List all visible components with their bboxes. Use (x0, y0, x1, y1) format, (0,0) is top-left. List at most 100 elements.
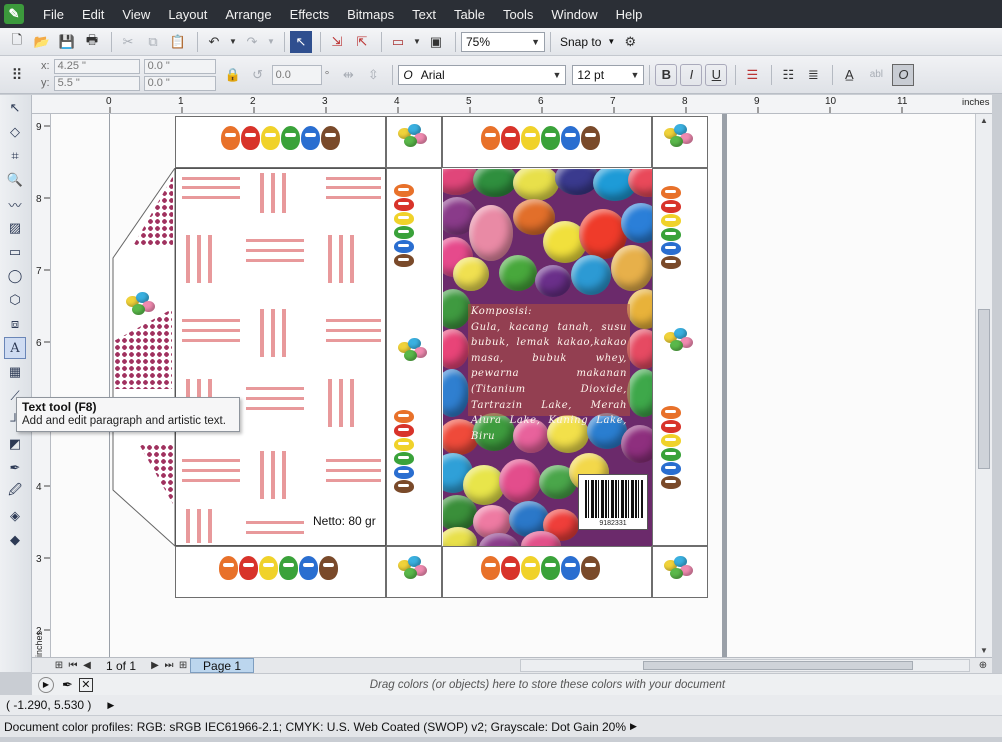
undo-icon[interactable]: ↶ (203, 31, 225, 53)
zoom-level-select[interactable]: 75% ▼ (461, 31, 545, 52)
rectangle-tool-icon[interactable]: ▭ (4, 241, 26, 263)
pick-tool-icon[interactable]: ↖ (4, 97, 26, 119)
import-icon[interactable]: ⇲ (326, 31, 348, 53)
menu-tools[interactable]: Tools (494, 7, 542, 22)
text-tool-icon[interactable]: A (4, 337, 26, 359)
menu-text[interactable]: Text (403, 7, 445, 22)
add-page-before-icon[interactable]: ⊞ (52, 660, 66, 671)
snap-to-dropdown[interactable]: Snap to ▼ (556, 35, 619, 49)
horizontal-scrollbar[interactable] (520, 659, 970, 672)
copy-icon[interactable]: ⧉ (142, 31, 164, 53)
menu-help[interactable]: Help (607, 7, 652, 22)
last-page-icon[interactable]: ⏭ (162, 660, 176, 671)
menu-layout[interactable]: Layout (159, 7, 216, 22)
vertical-scroll-thumb[interactable] (978, 309, 990, 469)
horizontal-ruler[interactable]: 0 1 2 3 4 5 6 7 8 9 10 11 inches (32, 95, 992, 114)
save-icon[interactable]: 💾 (56, 31, 78, 53)
edit-text-icon[interactable]: abl (863, 64, 889, 86)
eyedropper-tool-icon[interactable]: ✒ (4, 457, 26, 479)
outline-tool-icon[interactable]: 🖉 (4, 481, 26, 503)
eyedropper-icon[interactable]: ✒ (62, 677, 73, 693)
shape-tool-icon[interactable]: ◇ (4, 121, 26, 143)
polygon-tool-icon[interactable]: ⬡ (4, 289, 26, 311)
opentype-icon[interactable]: O (892, 63, 915, 86)
menu-effects[interactable]: Effects (281, 7, 339, 22)
next-page-icon[interactable]: ▶ (148, 660, 162, 671)
vertical-scrollbar[interactable]: ▲ ▼ (975, 114, 992, 657)
font-size-select[interactable]: 12 pt ▼ (572, 64, 645, 85)
interactive-fill-icon[interactable]: ◆ (4, 529, 26, 551)
redo-icon[interactable]: ↷ (241, 31, 263, 53)
x-position-field[interactable]: 4.25 " (53, 58, 140, 74)
open-folder-icon[interactable]: 📂 (31, 31, 53, 53)
width-field[interactable]: 0.0 " (143, 58, 216, 74)
drop-cap-icon[interactable]: ≣ (802, 64, 824, 86)
grid-icon[interactable]: ⠿ (6, 64, 28, 86)
cut-icon[interactable]: ✂ (117, 31, 139, 53)
barcode[interactable]: 9182331 (578, 474, 648, 530)
previous-page-icon[interactable]: ◀ (80, 660, 94, 671)
menu-table[interactable]: Table (445, 7, 494, 22)
composition-text-box[interactable]: Komposisi: Gula, kacang tanah, susu bubu… (468, 304, 630, 442)
fill-tool-icon[interactable]: ◈ (4, 505, 26, 527)
mirror-horizontal-icon[interactable]: ⇹ (337, 64, 359, 86)
new-document-icon[interactable]: 🗋 (6, 31, 28, 53)
underline-button[interactable]: U (705, 63, 728, 86)
expand-arrow-icon[interactable]: ▶ (630, 721, 637, 732)
horizontal-scroll-thumb[interactable] (643, 661, 913, 670)
drawing-canvas[interactable]: Netto: 80 gr Komposisi: Gula, kacang tan… (51, 114, 992, 657)
ellipse-tool-icon[interactable]: ◯ (4, 265, 26, 287)
height-field[interactable]: 0.0 " (143, 75, 216, 91)
print-icon[interactable]: 🖶 (81, 31, 103, 53)
font-list-select[interactable]: O Arial ▼ (398, 64, 567, 85)
palette-play-icon[interactable]: ▶ (38, 676, 54, 693)
mascot-blue (661, 242, 681, 255)
text-align-icon[interactable]: ☰ (741, 64, 763, 86)
table-tool-icon[interactable]: ▦ (4, 361, 26, 383)
scroll-up-icon[interactable]: ▲ (980, 116, 988, 125)
stripe (282, 451, 286, 499)
smart-fill-icon[interactable]: ▨ (4, 217, 26, 239)
italic-button[interactable]: I (680, 63, 703, 86)
lock-ratio-icon[interactable]: 🔒 (222, 64, 244, 86)
back-panel[interactable] (175, 168, 386, 546)
paste-icon[interactable]: 📋 (167, 31, 189, 53)
menu-arrange[interactable]: Arrange (216, 7, 280, 22)
redo-dropdown-icon[interactable]: ▼ (266, 31, 276, 53)
basic-shapes-icon[interactable]: ⧈ (4, 313, 26, 335)
rotate-icon[interactable]: ↺ (247, 64, 269, 86)
zoom-navigator-icon[interactable]: ⊕ (976, 660, 990, 671)
menu-bitmaps[interactable]: Bitmaps (338, 7, 403, 22)
export-icon[interactable]: ⇱ (351, 31, 373, 53)
mirror-vertical-icon[interactable]: ⇳ (362, 64, 384, 86)
freehand-tool-icon[interactable]: 〰 (4, 193, 26, 215)
undo-dropdown-icon[interactable]: ▼ (228, 31, 238, 53)
bullet-list-icon[interactable]: ☷ (777, 64, 799, 86)
color-profiles-info[interactable]: Document color profiles: RGB: sRGB IEC61… (4, 720, 626, 734)
y-position-field[interactable]: 5.5 " (53, 75, 140, 91)
blend-tool-icon[interactable]: ◩ (4, 433, 26, 455)
welcome-screen-icon[interactable]: ▣ (425, 31, 447, 53)
launcher-dropdown-icon[interactable]: ▼ (412, 31, 422, 53)
first-page-icon[interactable]: ⏮ (66, 660, 80, 671)
document-palette[interactable]: ▶ ✒ ✕ Drag colors (or objects) here to s… (32, 673, 1002, 695)
menu-view[interactable]: View (113, 7, 159, 22)
menu-window[interactable]: Window (542, 7, 606, 22)
options-icon[interactable]: ⚙ (619, 31, 641, 53)
crop-tool-icon[interactable]: ⌗ (4, 145, 26, 167)
bold-button[interactable]: B (655, 63, 678, 86)
netto-weight-label[interactable]: Netto: 80 gr (313, 514, 376, 528)
expand-arrow-icon[interactable]: ▶ (107, 700, 114, 711)
vertical-ruler[interactable]: 9 8 7 6 5 4 3 2 inches (32, 114, 51, 657)
character-formatting-icon[interactable]: A̲ (838, 64, 860, 86)
add-page-after-icon[interactable]: ⊞ (176, 660, 190, 671)
menu-file[interactable]: File (34, 7, 73, 22)
menu-edit[interactable]: Edit (73, 7, 113, 22)
scroll-down-icon[interactable]: ▼ (980, 646, 988, 655)
search-content-icon[interactable]: ↖ (290, 30, 312, 53)
tab-page-1[interactable]: Page 1 (190, 658, 255, 673)
rotation-field[interactable]: 0.0 (271, 64, 322, 85)
no-color-swatch[interactable]: ✕ (78, 677, 93, 692)
zoom-tool-icon[interactable]: 🔍 (4, 169, 26, 191)
application-launcher-icon[interactable]: ▭ (387, 31, 409, 53)
